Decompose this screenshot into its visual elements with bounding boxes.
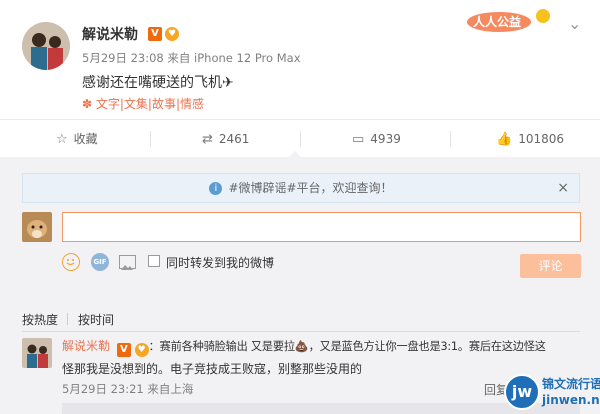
avatar-image [22, 22, 70, 70]
divider [450, 131, 451, 147]
comment-input[interactable] [62, 212, 581, 242]
charity-label: 人人公益 [473, 15, 522, 29]
reply-preview-bar [62, 403, 580, 414]
notice-bar[interactable]: i #微博辟谣#平台，欢迎查询！ × [22, 173, 580, 203]
divider [300, 131, 301, 147]
repost-checkbox[interactable] [148, 255, 160, 267]
repost-button[interactable]: ⇄ 2461 [202, 120, 249, 158]
notice-text: #微博辟谣#平台，欢迎查询！ [228, 181, 393, 195]
favorite-button[interactable]: ☆ 收藏 [56, 120, 98, 158]
repost-option-label[interactable]: 同时转发到我的微博 [166, 254, 274, 271]
emoji-icon[interactable] [62, 253, 80, 271]
divider [150, 131, 151, 147]
image-icon[interactable] [119, 255, 136, 270]
verified-badge-icon: V [116, 343, 131, 357]
smile-icon [66, 259, 75, 266]
repost-icon: ⇄ [202, 132, 213, 147]
picture-icon [121, 265, 133, 270]
avatar-image [22, 338, 52, 368]
star-icon: ☆ [56, 132, 68, 147]
member-badge-icon: ♥ [134, 343, 149, 357]
submit-comment-button[interactable]: 评论 [520, 254, 581, 278]
close-icon[interactable]: × [557, 174, 569, 202]
tab-divider [67, 313, 68, 325]
author-avatar[interactable] [22, 22, 70, 70]
pointer-arrow [288, 151, 302, 158]
post-tags[interactable]: ✽ 文字|文集|故事|情感 [82, 95, 204, 112]
watermark: jw 锦文流行语 jinwen.net [504, 372, 600, 414]
commenter-avatar[interactable] [22, 338, 52, 368]
comment-line-1: ：赛前各种骑脸输出 又是要拉💩，又是蓝色方让你一盘也是3:1。赛后在这边怪这 [148, 340, 546, 353]
section-divider [22, 331, 580, 332]
tab-time[interactable]: 按时间 [78, 311, 114, 328]
comment-button[interactable]: ▭ 4939 [352, 120, 401, 158]
verified-badge-icon: V [148, 27, 162, 41]
gif-icon[interactable]: GIF [91, 253, 109, 271]
like-button[interactable]: 👍 101806 [496, 120, 564, 158]
comment-author[interactable]: 解说米勒 [62, 339, 110, 353]
repost-count: 2461 [218, 132, 250, 146]
post-text: 感谢还在嘴硬送的飞机✈ [82, 75, 234, 91]
dog-avatar-image [22, 212, 52, 242]
thumbs-up-icon: 👍 [496, 132, 513, 147]
watermark-logo: jw [504, 374, 540, 410]
member-badge-icon: ♥ [165, 27, 179, 41]
comment-icon: ▭ [352, 132, 365, 147]
author-name[interactable]: 解说米勒 [82, 24, 138, 44]
favorite-label: 收藏 [73, 132, 98, 146]
charity-badge[interactable]: 人人公益 [463, 8, 555, 34]
watermark-title: 锦文流行语 [542, 377, 600, 391]
post-menu-icon[interactable]: ⌄ [568, 14, 581, 33]
my-avatar[interactable] [22, 212, 52, 242]
watermark-url: jinwen.net [542, 393, 600, 407]
info-icon: i [209, 182, 223, 195]
like-count: 101806 [518, 132, 564, 146]
comment-count: 4939 [370, 132, 401, 146]
comment-meta: 5月29日 23:21 来自上海 [62, 382, 194, 396]
post-meta: 5月29日 23:08 来自 iPhone 12 Pro Max [82, 51, 301, 65]
tab-hot[interactable]: 按热度 [22, 311, 58, 328]
